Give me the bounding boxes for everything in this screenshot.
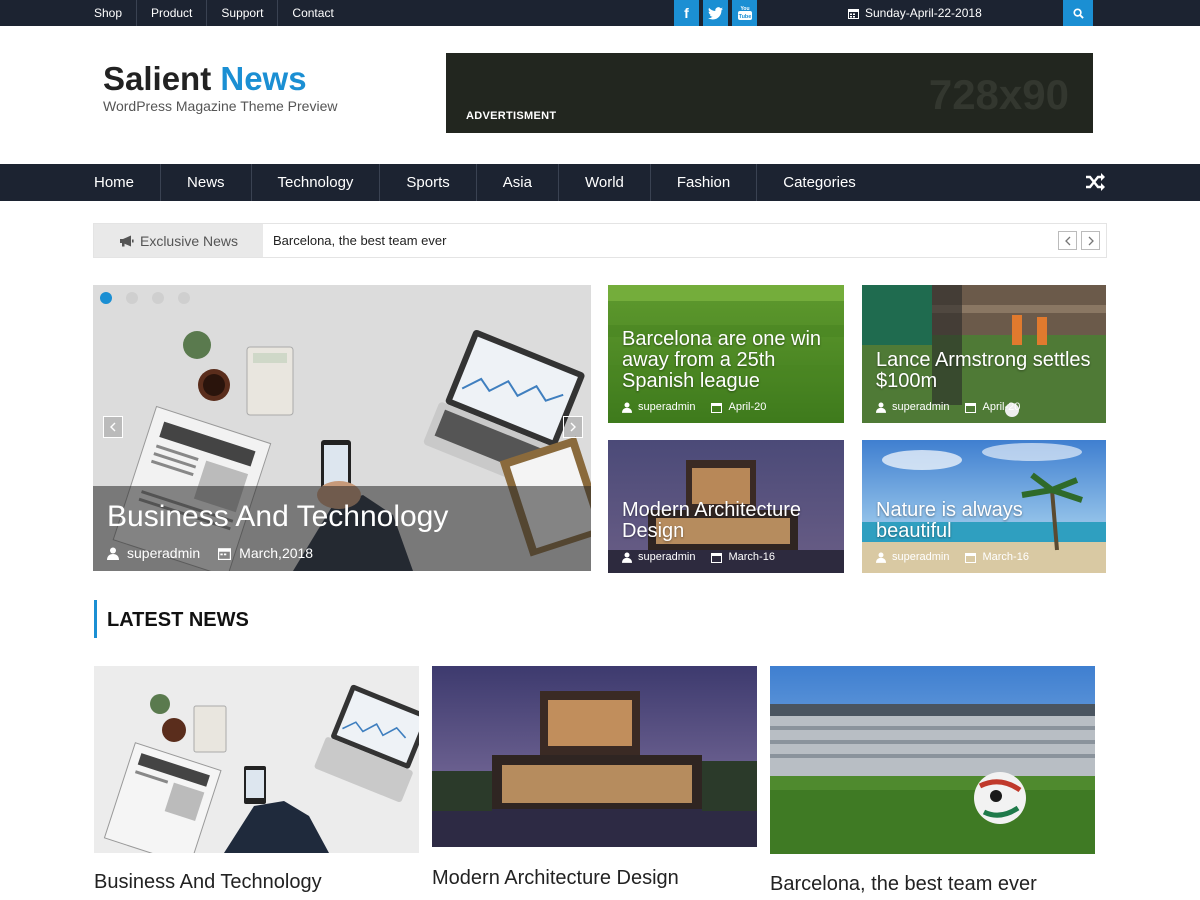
calendar-icon bbox=[218, 547, 232, 560]
section-accent-bar bbox=[94, 600, 97, 638]
latest-news-image[interactable] bbox=[94, 666, 419, 853]
latest-news-title[interactable]: Modern Architecture Design bbox=[432, 867, 679, 890]
advertisement-banner[interactable]: 728x90 ADVERTISMENT bbox=[446, 53, 1093, 133]
megaphone-icon bbox=[119, 235, 134, 246]
chevron-right-icon bbox=[1088, 236, 1094, 245]
user-icon bbox=[622, 552, 632, 563]
top-nav-shop[interactable]: Shop bbox=[80, 0, 138, 26]
latest-news-heading: LATEST NEWS bbox=[107, 609, 249, 631]
news-ticker: Exclusive News Barcelona, the best team … bbox=[93, 223, 1107, 258]
ticker-headline[interactable]: Barcelona, the best team ever bbox=[273, 224, 446, 257]
latest-news-title[interactable]: Business And Technology bbox=[94, 871, 322, 894]
svg-text:Tube: Tube bbox=[738, 14, 751, 20]
slider-dot[interactable] bbox=[152, 292, 164, 304]
slider-dot[interactable] bbox=[100, 292, 112, 304]
latest-news-image[interactable] bbox=[770, 666, 1095, 854]
ticker-label-text: Exclusive News bbox=[139, 232, 239, 249]
site-title-accent: News bbox=[220, 60, 307, 97]
slider-next-button[interactable] bbox=[563, 416, 583, 438]
featured-slider[interactable]: Business And Technology superadmin March… bbox=[93, 285, 591, 571]
slider-title[interactable]: Business And Technology bbox=[107, 500, 448, 534]
user-icon bbox=[107, 547, 119, 560]
ticker-prev-button[interactable] bbox=[1058, 231, 1077, 250]
user-icon bbox=[876, 552, 886, 563]
card-meta: superadmin March-16 bbox=[876, 551, 1029, 563]
slider-date: March,2018 bbox=[239, 545, 314, 561]
chevron-right-icon bbox=[570, 422, 576, 432]
ad-label: ADVERTISMENT bbox=[466, 110, 557, 122]
card-meta: superadmin March-16 bbox=[622, 551, 775, 563]
calendar-icon bbox=[965, 552, 977, 563]
chevron-left-icon bbox=[1064, 236, 1070, 245]
facebook-icon[interactable]: f bbox=[674, 0, 699, 26]
card-date: March-16 bbox=[728, 551, 775, 563]
nav-item-home[interactable]: Home bbox=[80, 164, 162, 201]
featured-card[interactable]: Nature is always beautiful superadmin Ma… bbox=[862, 440, 1106, 573]
nav-item-sports[interactable]: Sports bbox=[380, 164, 477, 201]
site-logo-title[interactable]: Salient News bbox=[103, 60, 307, 98]
calendar-icon bbox=[711, 402, 723, 413]
date-text: Sunday-April-22-2018 bbox=[865, 6, 982, 20]
latest-news-title[interactable]: Barcelona, the best team ever bbox=[770, 873, 1037, 896]
twitter-icon[interactable] bbox=[703, 0, 728, 26]
ad-size-label: 728x90 bbox=[928, 71, 1069, 118]
top-nav-product[interactable]: Product bbox=[137, 0, 208, 26]
nav-item-technology[interactable]: Technology bbox=[252, 164, 381, 201]
social-links: f You Tube bbox=[674, 0, 757, 26]
card-author[interactable]: superadmin bbox=[638, 551, 695, 563]
shuffle-icon[interactable] bbox=[1084, 171, 1106, 193]
card-date: March-16 bbox=[982, 551, 1029, 563]
card-title[interactable]: Lance Armstrong settles $100m bbox=[876, 350, 1096, 392]
nav-item-news[interactable]: News bbox=[161, 164, 252, 201]
card-title[interactable]: Nature is always beautiful bbox=[876, 500, 1096, 542]
slider-author[interactable]: superadmin bbox=[127, 545, 200, 561]
slider-dot[interactable] bbox=[126, 292, 138, 304]
site-title-main: Salient bbox=[103, 60, 212, 97]
user-icon bbox=[876, 402, 886, 413]
user-icon bbox=[622, 402, 632, 413]
slider-dots bbox=[100, 292, 190, 304]
card-title[interactable]: Barcelona are one win away from a 25th S… bbox=[622, 329, 837, 392]
ticker-next-button[interactable] bbox=[1081, 231, 1100, 250]
nav-item-fashion[interactable]: Fashion bbox=[651, 164, 758, 201]
search-button[interactable] bbox=[1063, 0, 1093, 26]
top-nav-contact[interactable]: Contact bbox=[278, 0, 347, 26]
latest-news-image[interactable] bbox=[432, 666, 757, 847]
card-author[interactable]: superadmin bbox=[892, 401, 949, 413]
nav-item-asia[interactable]: Asia bbox=[477, 164, 559, 201]
card-meta: superadmin April-20 bbox=[622, 401, 766, 413]
calendar-icon bbox=[848, 8, 859, 19]
calendar-icon bbox=[711, 552, 723, 563]
card-title[interactable]: Modern Architecture Design bbox=[622, 500, 837, 542]
ticker-label: Exclusive News bbox=[94, 224, 263, 257]
nav-item-world[interactable]: World bbox=[559, 164, 651, 201]
slider-caption: Business And Technology superadmin March… bbox=[93, 486, 591, 571]
youtube-icon[interactable]: You Tube bbox=[732, 0, 757, 26]
nav-item-categories[interactable]: Categories bbox=[757, 164, 882, 201]
card-meta: superadmin April-20 bbox=[876, 401, 1020, 413]
main-nav: Home News Technology Sports Asia World F… bbox=[0, 164, 1200, 201]
top-nav-support[interactable]: Support bbox=[207, 0, 279, 26]
slider-meta: superadmin March,2018 bbox=[107, 545, 313, 561]
chevron-left-icon bbox=[110, 422, 116, 432]
slider-dot[interactable] bbox=[178, 292, 190, 304]
svg-text:You: You bbox=[740, 6, 749, 12]
card-date: April-20 bbox=[728, 401, 767, 413]
calendar-icon bbox=[965, 402, 977, 413]
top-bar: Shop Product Support Contact f You Tube S… bbox=[0, 0, 1200, 26]
card-author[interactable]: superadmin bbox=[892, 551, 949, 563]
featured-card[interactable]: Barcelona are one win away from a 25th S… bbox=[608, 285, 844, 423]
featured-card[interactable]: Modern Architecture Design superadmin Ma… bbox=[608, 440, 844, 573]
top-nav: Shop Product Support Contact bbox=[80, 0, 348, 26]
slider-prev-button[interactable] bbox=[103, 416, 123, 438]
search-icon bbox=[1072, 7, 1084, 19]
date-display: Sunday-April-22-2018 bbox=[848, 0, 982, 26]
card-date: April-20 bbox=[982, 401, 1021, 413]
site-tagline: WordPress Magazine Theme Preview bbox=[103, 98, 338, 114]
card-author[interactable]: superadmin bbox=[638, 401, 695, 413]
featured-card[interactable]: Lance Armstrong settles $100m superadmin… bbox=[862, 285, 1106, 423]
